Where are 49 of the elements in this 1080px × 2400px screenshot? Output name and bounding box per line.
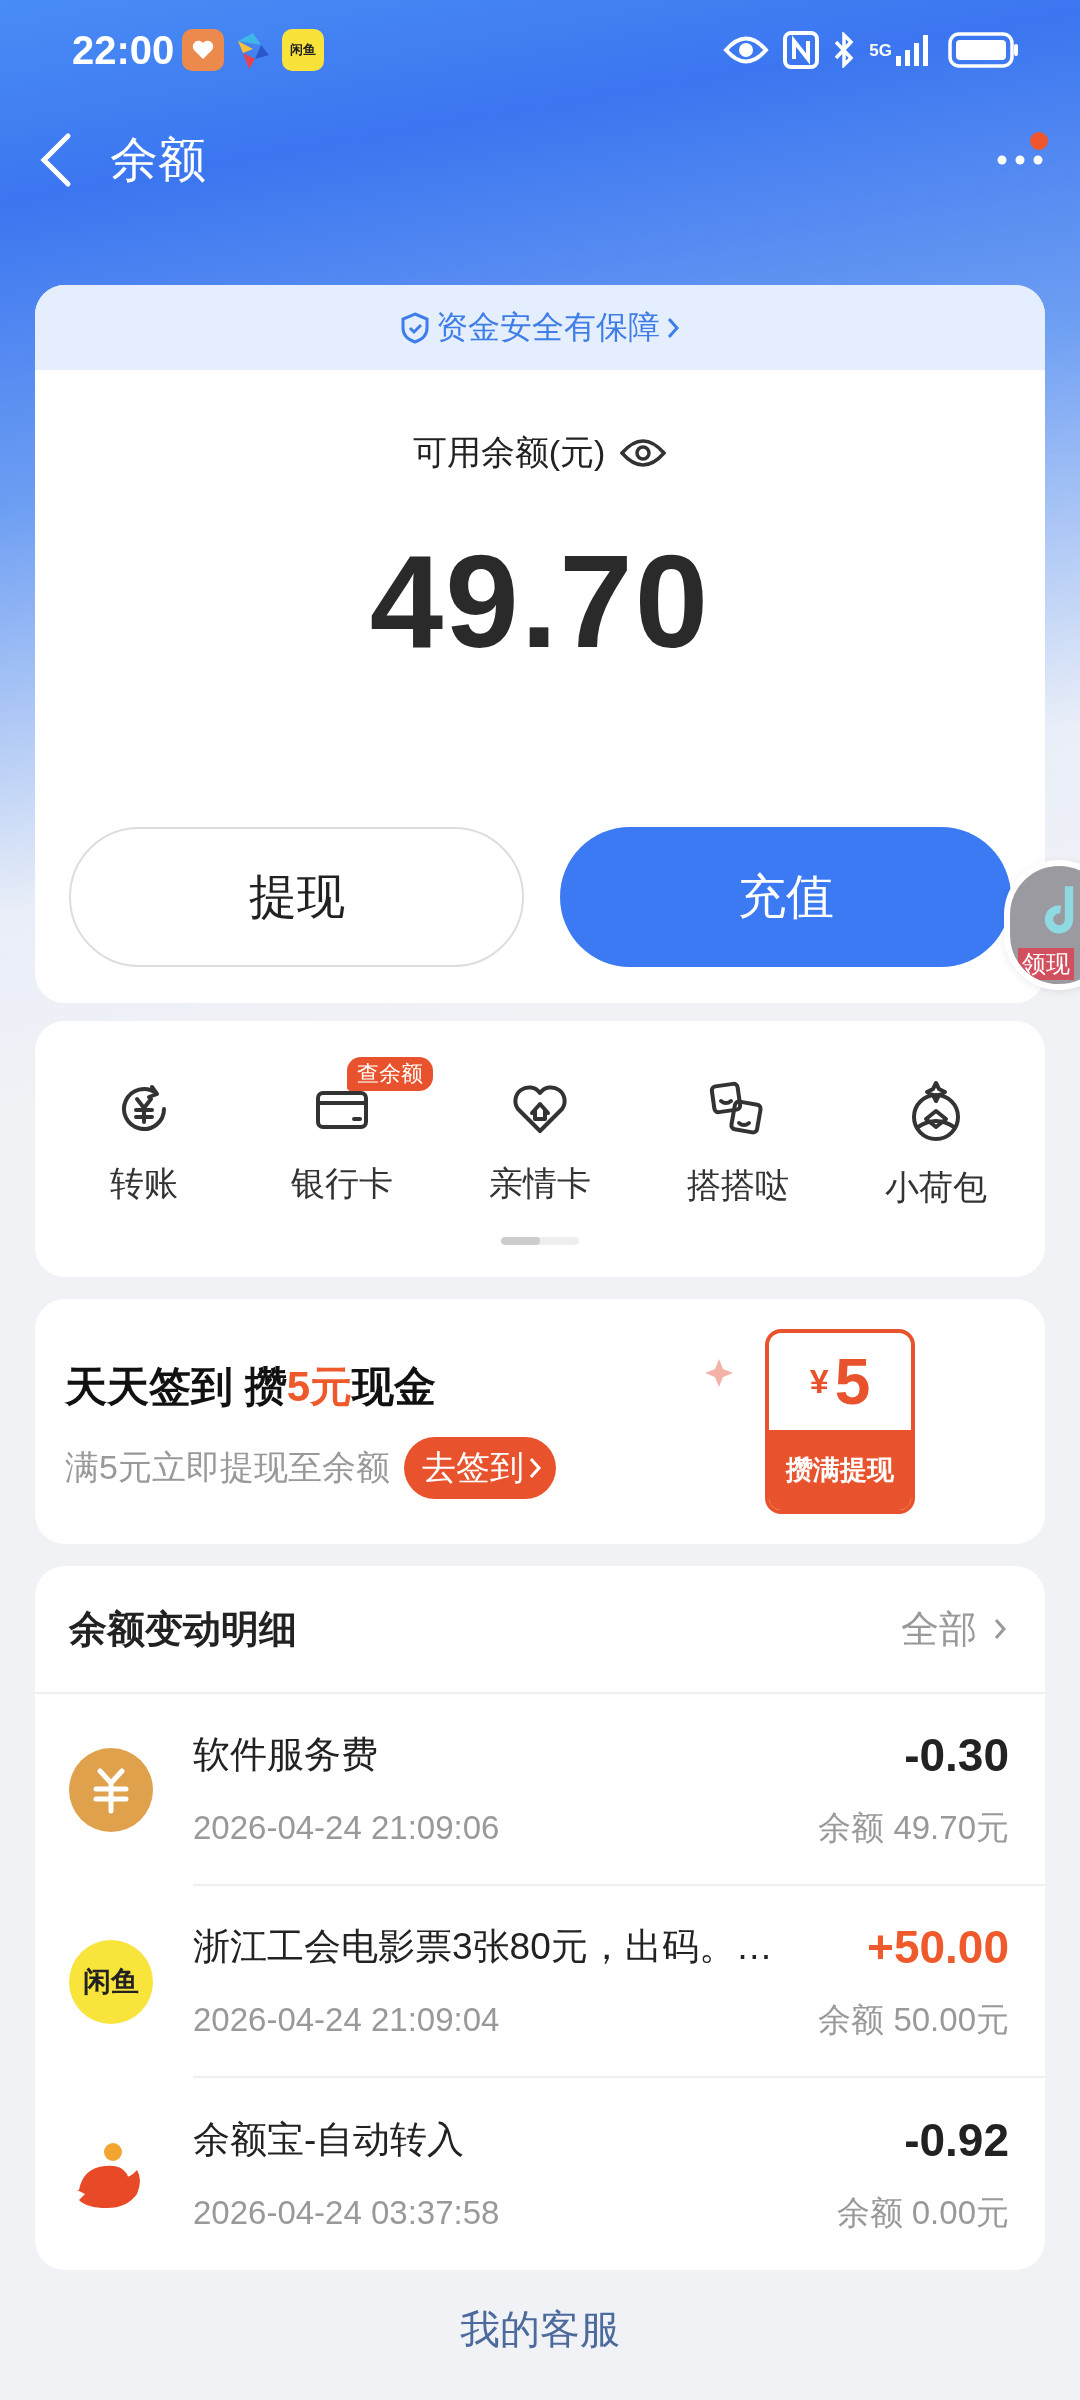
balance-after: 余额 50.00元: [818, 1999, 1009, 2040]
nfc-icon: [783, 31, 820, 69]
transaction-amount: -0.30: [904, 1727, 1009, 1782]
transaction-name[interactable]: 余额宝-自动转入: [193, 2114, 465, 2165]
status-time: 22:00: [72, 27, 175, 73]
section-title: 余额变动明细: [69, 1606, 297, 1652]
customer-service-link[interactable]: 我的客服: [440, 2302, 640, 2357]
chevron-right-icon: [993, 1617, 1007, 1641]
transaction-name[interactable]: 浙江工会电影票3张80元，出码。…: [193, 1921, 773, 1972]
promo-title: 天天签到 攒5元现金: [65, 1362, 438, 1412]
xianyu-app-icon: 闲鱼: [282, 29, 325, 71]
transaction-amount: +50.00: [867, 1919, 1009, 1974]
bubble-text: 领现: [1018, 948, 1074, 980]
service-item[interactable]: 小荷包: [841, 1057, 1031, 1211]
balance-after: 余额 0.00元: [836, 2192, 1009, 2233]
service-item[interactable]: 搭搭哒: [643, 1057, 833, 1211]
withdraw-button[interactable]: 提现: [69, 827, 524, 967]
balance-label: 可用余额(元): [412, 432, 606, 473]
bluetooth-icon: [833, 32, 856, 68]
reward-ticket: ¥5 攒满提现: [765, 1329, 915, 1514]
service-item[interactable]: 查余额 银行卡: [247, 1057, 437, 1211]
balance-after: 余额 49.70元: [818, 1807, 1009, 1848]
battery-icon: [948, 32, 1020, 68]
service-badge: 查余额: [347, 1057, 433, 1091]
balance-amount: 49.70: [368, 527, 712, 677]
transaction-time: 2026-04-24 21:09:04: [193, 2001, 500, 2039]
checkin-button[interactable]: 去签到: [403, 1437, 556, 1499]
heart-app-icon: [182, 29, 225, 71]
recharge-button[interactable]: 充值: [560, 827, 1011, 967]
chevron-right-icon: [666, 315, 680, 340]
currency-sign: ¥: [809, 1362, 829, 1401]
service-item[interactable]: 亲情卡: [445, 1057, 635, 1211]
transaction-time: 2026-04-24 03:37:58: [193, 2194, 500, 2232]
chevron-right-icon: [527, 1456, 542, 1480]
transaction-time: 2026-04-24 21:09:06: [193, 1809, 500, 1847]
service-item[interactable]: 转账: [49, 1057, 239, 1211]
transaction-amount: -0.92: [904, 2112, 1009, 2167]
more-icon: [997, 155, 1043, 165]
page-title: 余额: [110, 132, 206, 188]
sparkle-icon: [705, 1359, 733, 1387]
eye-toggle-icon[interactable]: [619, 437, 668, 469]
xianyu-logo: 闲鱼: [69, 1940, 153, 2024]
promo-banner[interactable]: 天天签到 攒5元现金 满5元立即提现至余额 去签到 ¥5 攒满提现: [35, 1299, 1045, 1544]
promo-subtitle: 满5元立即提现至余额: [65, 1447, 390, 1488]
shield-check-icon: [400, 311, 430, 344]
network-type: 5G: [869, 41, 892, 59]
eye-icon: [723, 35, 770, 65]
reward-amount: 5: [834, 1344, 871, 1419]
transaction-name[interactable]: 软件服务费: [193, 1729, 378, 1780]
